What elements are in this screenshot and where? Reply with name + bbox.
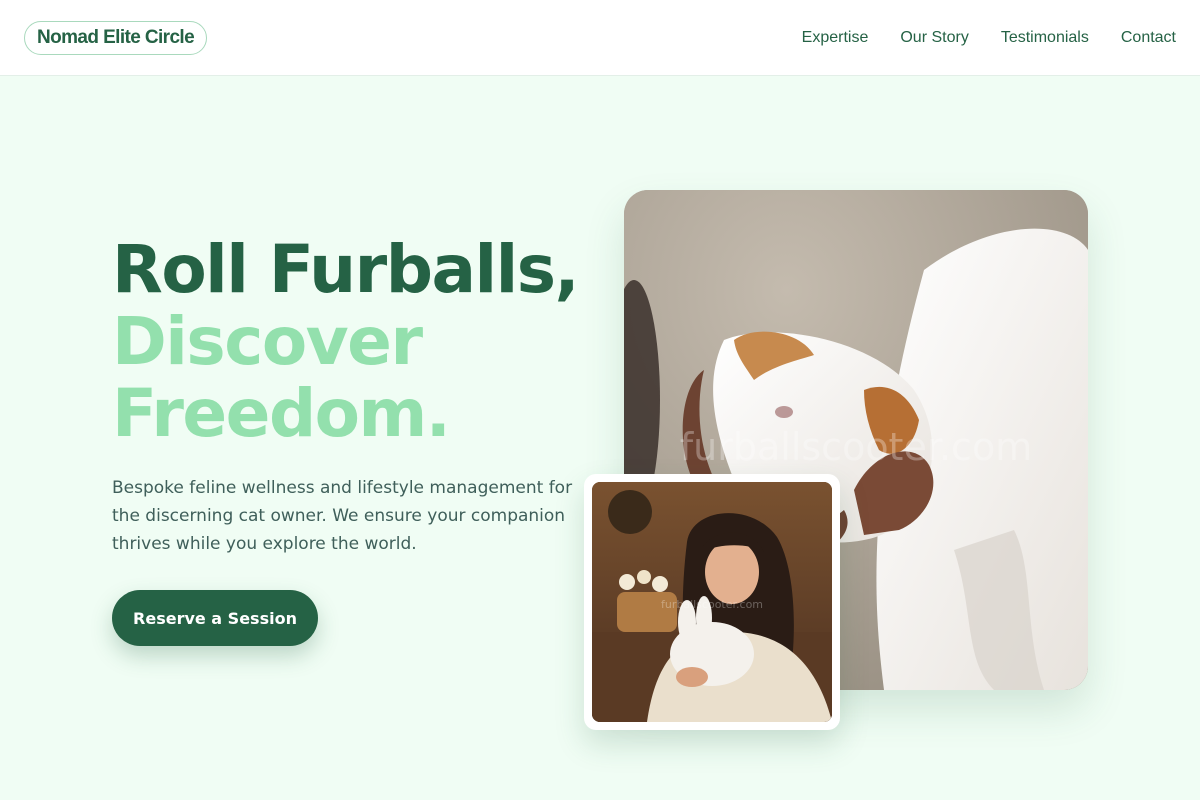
hero-title: Roll Furballs, Discover Freedom.	[112, 234, 612, 450]
woman-with-rabbit-illustration: furballscooter.com	[592, 482, 832, 722]
main-photo-watermark: furballscooter.com	[680, 425, 1032, 469]
hero-description: Bespoke feline wellness and lifestyle ma…	[112, 478, 573, 554]
secondary-photo-inner: furballscooter.com	[592, 482, 832, 722]
main-nav: Expertise Our Story Testimonials Contact	[802, 28, 1176, 48]
hero-title-line-3: Freedom.	[112, 375, 451, 452]
nav-link-expertise[interactable]: Expertise	[802, 28, 869, 48]
nav-link-testimonials[interactable]: Testimonials	[1001, 28, 1089, 48]
hero-secondary-photo: furballscooter.com	[584, 474, 840, 730]
top-nav-bar: Nomad Elite Circle Expertise Our Story T…	[0, 0, 1200, 76]
hero-title-line-1: Roll Furballs,	[112, 231, 580, 308]
nav-link-contact[interactable]: Contact	[1121, 28, 1176, 48]
reserve-session-button[interactable]: Reserve a Session	[112, 590, 318, 646]
logo[interactable]: Nomad Elite Circle	[24, 21, 208, 55]
hero-title-line-2: Discover	[112, 303, 423, 380]
small-photo-watermark: furballscooter.com	[661, 598, 763, 611]
nav-link-our-story[interactable]: Our Story	[900, 28, 968, 48]
